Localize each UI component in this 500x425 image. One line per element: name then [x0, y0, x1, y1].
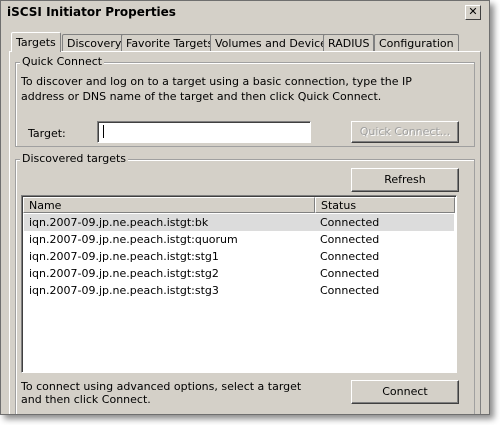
table-row[interactable]: iqn.2007-09.jp.ne.peach.istgt:stg1 Conne… [24, 248, 454, 265]
iscsi-initiator-window: iSCSI Initiator Properties ✕ Targets Dis… [0, 0, 490, 415]
tab-targets[interactable]: Targets [11, 32, 61, 52]
tab-volumes-and-devices[interactable]: Volumes and Devices [210, 34, 338, 51]
text-caret [103, 125, 104, 138]
row-name: iqn.2007-09.jp.ne.peach.istgt:stg1 [29, 250, 219, 263]
row-name: iqn.2007-09.jp.ne.peach.istgt:bk [29, 216, 209, 229]
row-status: Connected [320, 250, 380, 263]
row-name: iqn.2007-09.jp.ne.peach.istgt:stg2 [29, 267, 219, 280]
targets-tab-page: Quick Connect To discover and log on to … [9, 51, 481, 414]
table-row[interactable]: iqn.2007-09.jp.ne.peach.istgt:stg2 Conne… [24, 265, 454, 282]
table-row[interactable]: iqn.2007-09.jp.ne.peach.istgt:bk Connect… [24, 214, 454, 231]
row-status: Connected [320, 216, 380, 229]
discovered-targets-list[interactable]: Name Status iqn.2007-09.jp.ne.peach.istg… [21, 195, 457, 373]
discovered-targets-group: Discovered targets Refresh Name Status i… [15, 152, 475, 414]
quick-connect-title: Quick Connect [20, 55, 105, 68]
row-status: Connected [320, 284, 380, 297]
discovered-targets-title: Discovered targets [20, 152, 129, 165]
column-header-status[interactable]: Status [315, 197, 455, 213]
row-name: iqn.2007-09.jp.ne.peach.istgt:stg3 [29, 284, 219, 297]
row-status: Connected [320, 233, 380, 246]
close-button[interactable]: ✕ [465, 5, 481, 20]
row-status: Connected [320, 267, 380, 280]
window-title: iSCSI Initiator Properties [7, 5, 176, 19]
tab-favorite-targets[interactable]: Favorite Targets [121, 34, 219, 51]
quick-connect-group: Quick Connect To discover and log on to … [15, 55, 475, 147]
refresh-button[interactable]: Refresh [351, 168, 459, 192]
column-header-name[interactable]: Name [23, 197, 315, 213]
tab-discovery[interactable]: Discovery [62, 34, 127, 51]
target-input[interactable] [97, 121, 311, 143]
advanced-connect-description: To connect using advanced options, selec… [21, 380, 302, 406]
target-label: Target: [28, 127, 66, 140]
tab-radius[interactable]: RADIUS [323, 34, 375, 51]
list-header: Name Status [23, 197, 455, 213]
title-bar[interactable]: iSCSI Initiator Properties ✕ [1, 1, 489, 23]
close-icon: ✕ [468, 5, 478, 18]
table-row[interactable]: iqn.2007-09.jp.ne.peach.istgt:stg3 Conne… [24, 282, 454, 299]
connect-button[interactable]: Connect [351, 380, 459, 404]
quick-connect-button[interactable]: Quick Connect... [351, 121, 459, 143]
table-row[interactable]: iqn.2007-09.jp.ne.peach.istgt:quorum Con… [24, 231, 454, 248]
row-name: iqn.2007-09.jp.ne.peach.istgt:quorum [29, 233, 238, 246]
tab-configuration[interactable]: Configuration [374, 34, 459, 51]
quick-connect-description: To discover and log on to a target using… [21, 75, 412, 103]
